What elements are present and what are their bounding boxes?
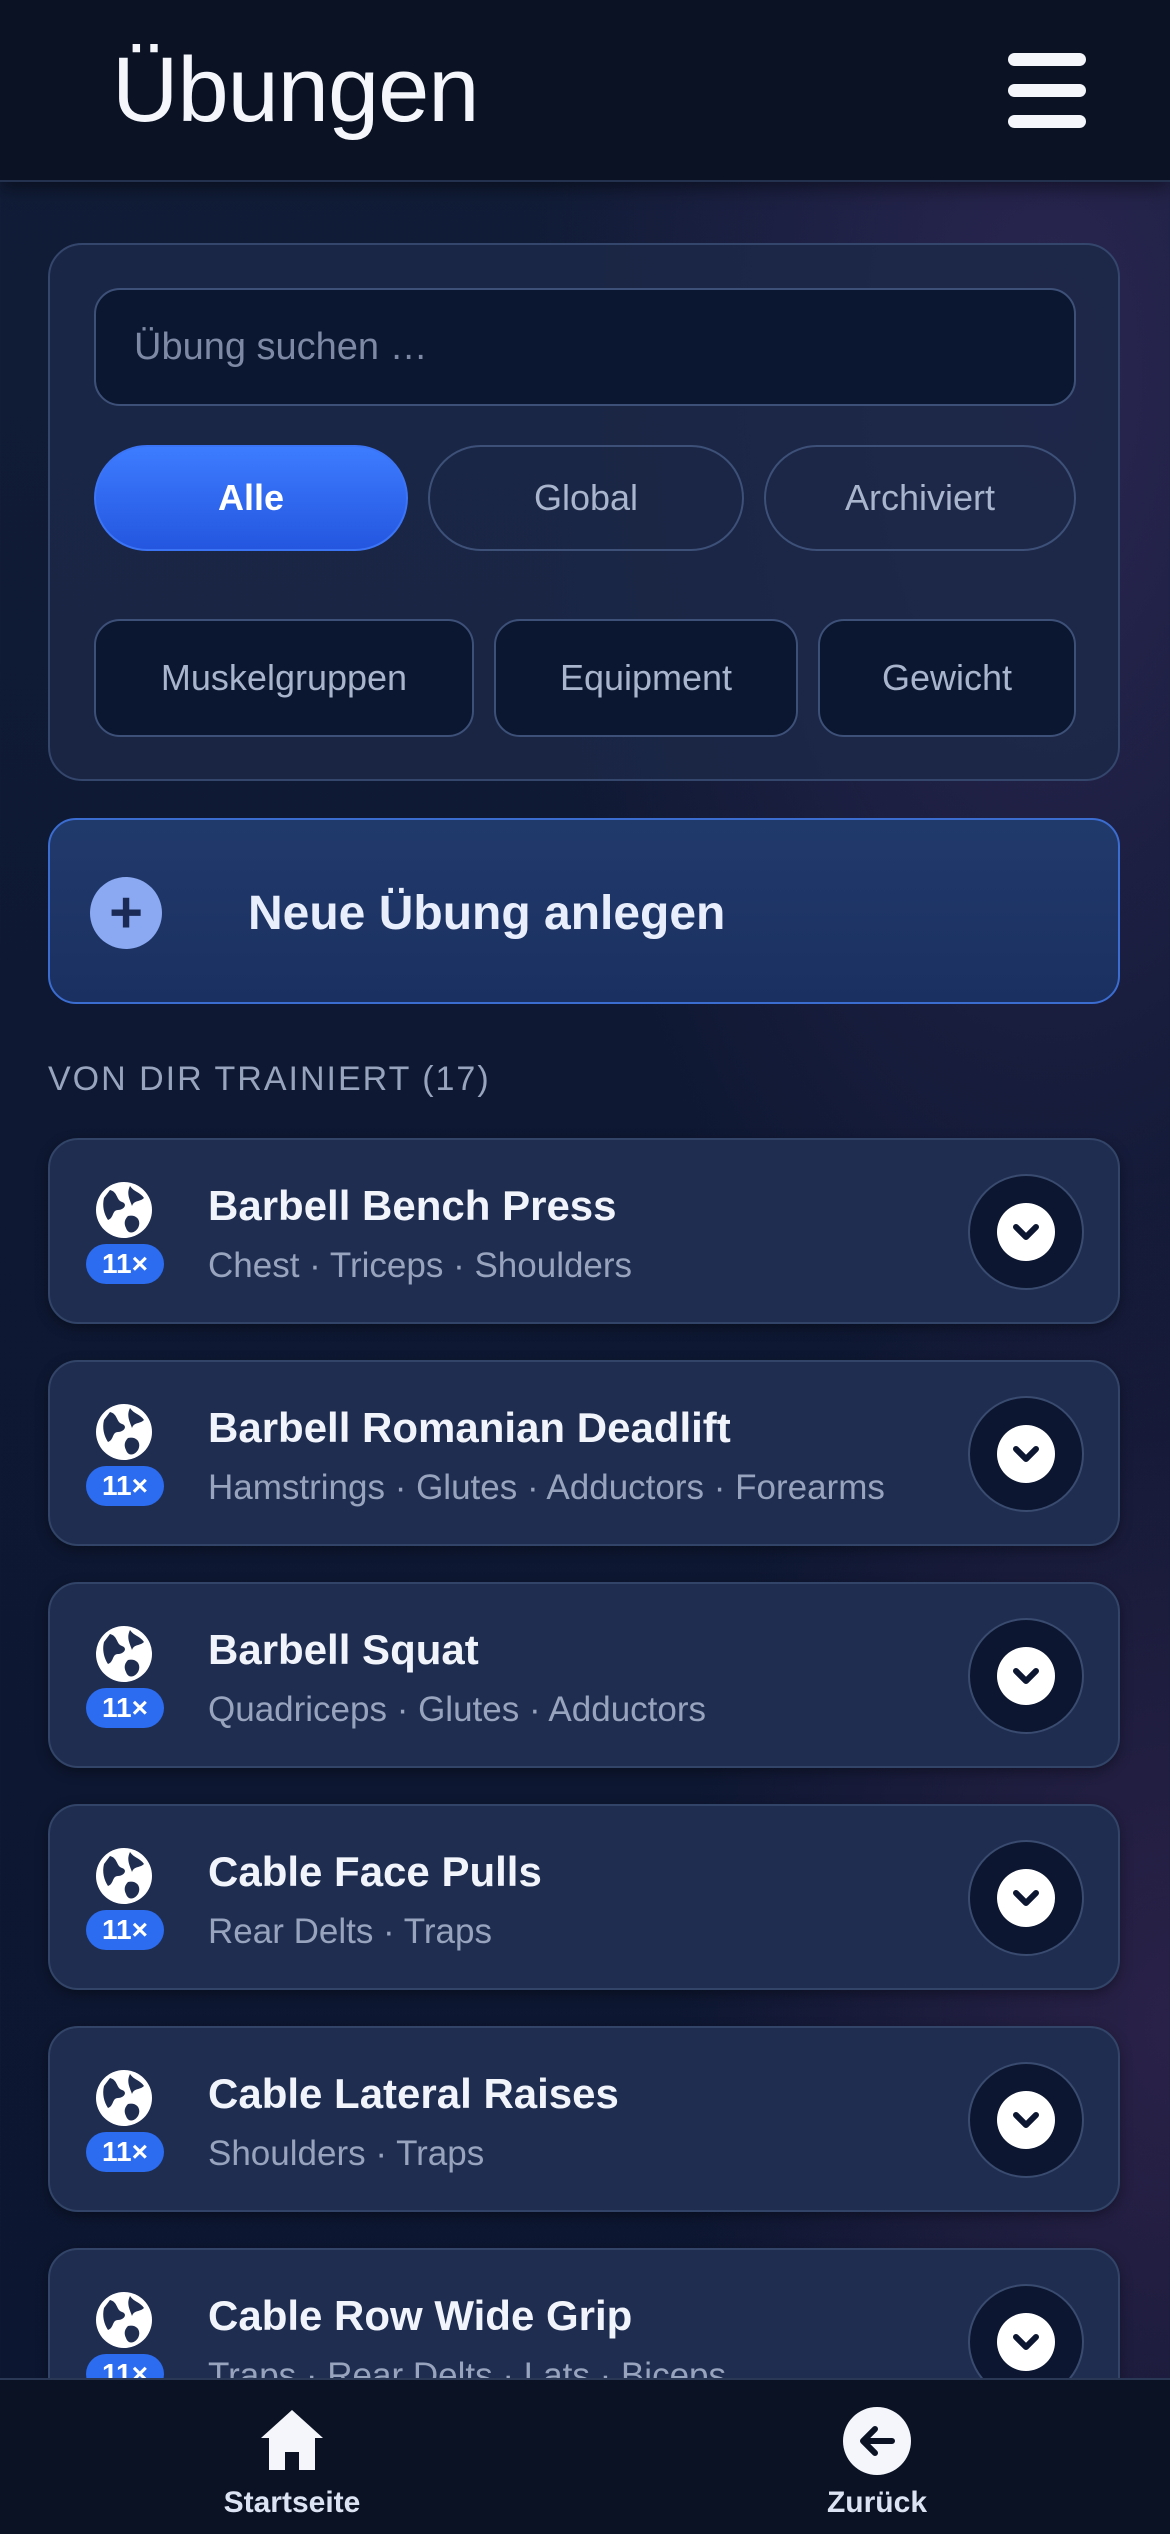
filter-muskelgruppen[interactable]: Muskelgruppen [94,619,474,737]
page-title: Übungen [112,39,479,141]
usage-count-badge: 11× [86,1466,164,1506]
expand-button[interactable] [968,1840,1084,1956]
filter-chip-archiviert[interactable]: Archiviert [764,445,1076,551]
expand-button[interactable] [968,1174,1084,1290]
nav-startseite[interactable]: Startseite [142,2380,442,2534]
exercise-name: Cable Face Pulls [208,1848,542,1895]
exercise-card[interactable]: 11× Barbell Romanian Deadlift Hamstrings ·… [48,1360,1120,1546]
exercise-card[interactable]: 11× Cable Face Pulls Rear Delts · Traps [48,1804,1120,1990]
plus-circle-icon: + [90,877,162,949]
globe-icon [94,2068,154,2128]
exercise-muscles: Rear Delts · Traps [208,1912,492,1951]
globe-icon [94,1846,154,1906]
filter-chip-global[interactable]: Global [428,445,744,551]
home-icon [261,2410,323,2470]
app-header: Übungen [0,0,1170,182]
section-header: VON DIR TRAINIERT (17) [48,1060,491,1099]
section-title: VON DIR TRAINIERT [48,1060,411,1098]
usage-count-badge: 11× [86,2132,164,2172]
exercise-name: Barbell Bench Press [208,1182,617,1229]
exercise-name: Barbell Squat [208,1626,479,1673]
chevron-down-icon [997,2313,1055,2371]
globe-icon [94,1624,154,1684]
hamburger-menu-icon[interactable] [1000,45,1090,135]
nav-label-startseite: Startseite [223,2486,361,2519]
exercise-name: Cable Lateral Raises [208,2070,619,2117]
usage-count-badge: 11× [86,1688,164,1728]
exercise-muscles: Quadriceps · Glutes · Adductors [208,1690,706,1729]
new-exercise-label: Neue Übung anlegen [248,887,726,940]
chevron-down-icon [997,1203,1055,1261]
expand-button[interactable] [968,1396,1084,1512]
chevron-down-icon [997,2091,1055,2149]
filter-chip-alle[interactable]: Alle [94,445,408,551]
exercise-muscles: Hamstrings · Glutes · Adductors · Forear… [208,1468,885,1507]
exercise-name: Cable Row Wide Grip [208,2292,633,2339]
arrow-left-circle-icon [843,2407,911,2475]
filter-equipment[interactable]: Equipment [494,619,798,737]
exercise-card[interactable]: 11× Barbell Bench Press Chest · Triceps · … [48,1138,1120,1324]
chevron-down-icon [997,1425,1055,1483]
exercise-muscles: Shoulders · Traps [208,2134,485,2173]
exercise-muscles: Chest · Triceps · Shoulders [208,1246,633,1285]
chevron-down-icon [997,1869,1055,1927]
expand-button[interactable] [968,2062,1084,2178]
globe-icon [94,1402,154,1462]
new-exercise-button[interactable]: + Neue Übung anlegen [48,818,1120,1004]
nav-zurueck[interactable]: Zurück [727,2380,1027,2534]
globe-icon [94,2290,154,2350]
chevron-down-icon [997,1647,1055,1705]
usage-count-badge: 11× [86,1244,164,1284]
search-input[interactable] [94,288,1076,406]
exercise-name: Barbell Romanian Deadlift [208,1404,731,1451]
exercise-card[interactable]: 11× Barbell Squat Quadriceps · Glutes · Ad… [48,1582,1120,1768]
nav-label-zurueck: Zurück [826,2486,928,2519]
usage-count-badge: 11× [86,1910,164,1950]
filter-gewicht[interactable]: Gewicht [818,619,1076,737]
expand-button[interactable] [968,1618,1084,1734]
globe-icon [94,1180,154,1240]
exercise-card[interactable]: 11× Cable Lateral Raises Shoulders · Traps [48,2026,1120,2212]
filter-panel: Alle Global Archiviert Muskelgruppen Equ… [48,243,1120,781]
bottom-navigation: Startseite Zurück [0,2378,1170,2534]
section-count: (17) [422,1060,491,1098]
